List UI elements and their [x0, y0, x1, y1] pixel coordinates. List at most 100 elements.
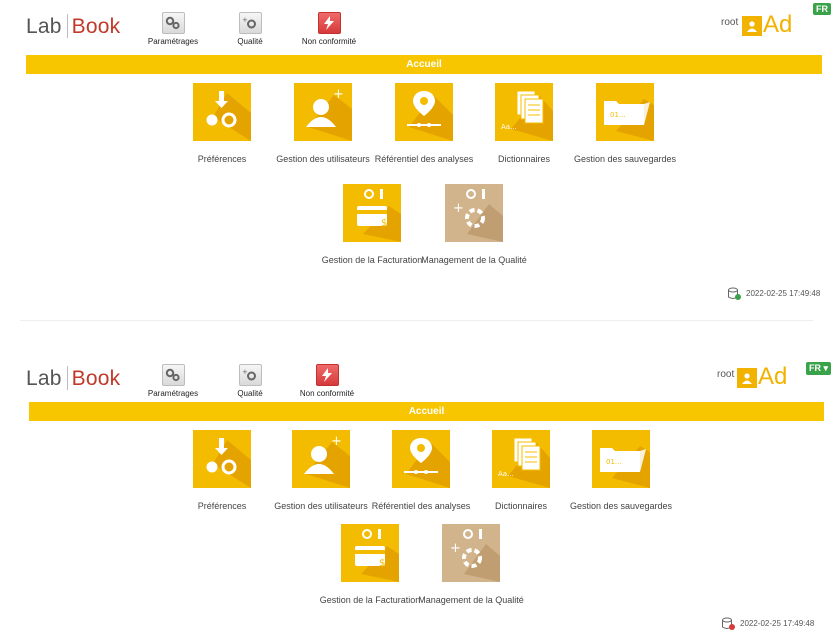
app-logo[interactable]: Lab Book [26, 366, 120, 391]
gears-icon [161, 12, 185, 34]
nav-qualite-button[interactable]: + Qualité [225, 12, 275, 46]
logo-divider [66, 14, 68, 38]
bolt-icon [315, 364, 339, 386]
screen-bottom: Lab Book Paramétrages + Qualité Non confo… [0, 352, 833, 643]
username[interactable]: root [721, 17, 738, 28]
tile-dictionnaires-label: Dictionnaires [494, 501, 548, 511]
status-bar: 2022-02-25 17:49:48 [728, 287, 820, 300]
nav-non-conformite-label: Non conformité [299, 389, 355, 398]
admin-label[interactable]: Ad [763, 11, 792, 39]
preferences-icon [193, 430, 251, 488]
svg-text:+: + [331, 434, 342, 449]
logo-lab: Lab [26, 15, 62, 38]
nav-parametrages-label: Paramétrages [147, 37, 199, 46]
nav-non-conformite-label: Non conformité [301, 37, 357, 46]
tile-gestion-sauvegardes-label: Gestion des sauvegardes [573, 154, 677, 164]
tile-preferences-label: Préférences [197, 501, 247, 511]
header: Lab Book Paramétrages + Qualité Non confo… [0, 0, 833, 48]
database-status-icon [722, 617, 735, 630]
tile-referentiel-analyses-label: Référentiel des analyses [374, 154, 474, 164]
tile-gestion-sauvegardes-label: Gestion des sauvegardes [569, 501, 673, 511]
quality-management-icon: + [445, 184, 503, 242]
admin-label[interactable]: Ad [758, 363, 787, 391]
svg-text:+: + [242, 16, 248, 24]
nav-parametrages-button[interactable]: Paramétrages [143, 364, 203, 398]
svg-text:$: $ [379, 558, 385, 569]
logo-book: Book [71, 15, 121, 38]
username[interactable]: root [717, 369, 734, 380]
tile-gestion-utilisateurs-label: Gestion des utilisateurs [274, 501, 368, 511]
svg-text:+: + [450, 541, 461, 556]
folder-icon: 01... [592, 430, 650, 488]
nav-non-conformite-button[interactable]: Non conformité [293, 364, 361, 398]
nav-qualite-label: Qualité [237, 389, 263, 398]
tile-gestion-facturation[interactable]: $ Gestion de la Facturation [317, 184, 427, 266]
credit-card-icon: $ [343, 184, 401, 242]
database-status-icon [728, 287, 741, 300]
map-pin-icon [392, 430, 450, 488]
svg-text:01...: 01... [606, 458, 622, 466]
quality-gear-icon: + [238, 364, 262, 386]
tile-gestion-facturation-label: Gestion de la Facturation [319, 595, 421, 605]
tile-management-qualite[interactable]: + Management de la Qualité [419, 184, 529, 266]
tile-dictionnaires[interactable]: Aa... Dictionnaires [469, 83, 579, 165]
nav-non-conformite-button[interactable]: Non conformité [295, 12, 363, 46]
gears-icon [161, 364, 185, 386]
nav-qualite-label: Qualité [237, 37, 263, 46]
preferences-icon [193, 83, 251, 141]
screen-top: Lab Book Paramétrages + Qualité Non confo… [0, 0, 833, 320]
user-avatar-icon[interactable] [742, 16, 762, 36]
tile-management-qualite-label: Management de la Qualité [418, 595, 524, 605]
quality-management-icon: + [442, 524, 500, 582]
tile-gestion-facturation-label: Gestion de la Facturation [321, 255, 423, 265]
tile-preferences[interactable]: Préférences [167, 430, 277, 512]
documents-icon: Aa... [495, 83, 553, 141]
quality-gear-icon: + [238, 12, 262, 34]
documents-icon: Aa... [492, 430, 550, 488]
tile-gestion-utilisateurs[interactable]: + Gestion des utilisateurs [268, 83, 378, 165]
svg-text:$: $ [381, 218, 387, 229]
tile-gestion-utilisateurs-label: Gestion des utilisateurs [276, 154, 370, 164]
header: Lab Book Paramétrages + Qualité Non confo… [0, 352, 833, 400]
language-selector[interactable]: FR [813, 3, 831, 15]
map-pin-icon [395, 83, 453, 141]
tile-gestion-sauvegardes[interactable]: 01... Gestion des sauvegardes [570, 83, 680, 165]
language-label: FR [809, 363, 821, 373]
tile-management-qualite[interactable]: + Management de la Qualité [416, 524, 526, 606]
screen-divider [20, 320, 813, 321]
nav-parametrages-label: Paramétrages [147, 389, 199, 398]
credit-card-icon: $ [341, 524, 399, 582]
tile-gestion-facturation[interactable]: $ Gestion de la Facturation [315, 524, 425, 606]
tile-gestion-sauvegardes[interactable]: 01... Gestion des sauvegardes [566, 430, 676, 512]
tile-gestion-utilisateurs[interactable]: + Gestion des utilisateurs [266, 430, 376, 512]
home-banner: Accueil [26, 55, 822, 74]
user-avatar-icon[interactable] [737, 368, 757, 388]
timestamp: 2022-02-25 17:49:48 [740, 619, 815, 628]
nav-parametrages-button[interactable]: Paramétrages [143, 12, 203, 46]
timestamp: 2022-02-25 17:49:48 [746, 289, 821, 298]
language-selector[interactable]: FR ▾ [806, 362, 832, 375]
folder-icon: 01... [596, 83, 654, 141]
home-banner: Accueil [29, 402, 824, 421]
svg-text:+: + [242, 368, 248, 376]
logo-lab: Lab [26, 367, 62, 390]
tile-referentiel-analyses[interactable]: Référentiel des analyses [369, 83, 479, 165]
tile-dictionnaires-label: Dictionnaires [497, 154, 551, 164]
status-bar: 2022-02-25 17:49:48 [722, 617, 814, 630]
add-user-icon: + [292, 430, 350, 488]
tile-preferences[interactable]: Préférences [167, 83, 277, 165]
svg-text:+: + [453, 201, 464, 216]
logo-divider [66, 366, 68, 390]
svg-text:+: + [333, 87, 344, 102]
tile-referentiel-analyses[interactable]: Référentiel des analyses [366, 430, 476, 512]
tile-dictionnaires[interactable]: Aa... Dictionnaires [466, 430, 576, 512]
tile-management-qualite-label: Management de la Qualité [421, 255, 527, 265]
svg-text:Aa...: Aa... [501, 123, 517, 131]
app-logo[interactable]: Lab Book [26, 14, 120, 39]
tile-preferences-label: Préférences [197, 154, 247, 164]
svg-text:01...: 01... [610, 111, 626, 119]
nav-qualite-button[interactable]: + Qualité [225, 364, 275, 398]
chevron-down-icon: ▾ [823, 363, 829, 373]
svg-text:Aa...: Aa... [498, 470, 514, 478]
add-user-icon: + [294, 83, 352, 141]
